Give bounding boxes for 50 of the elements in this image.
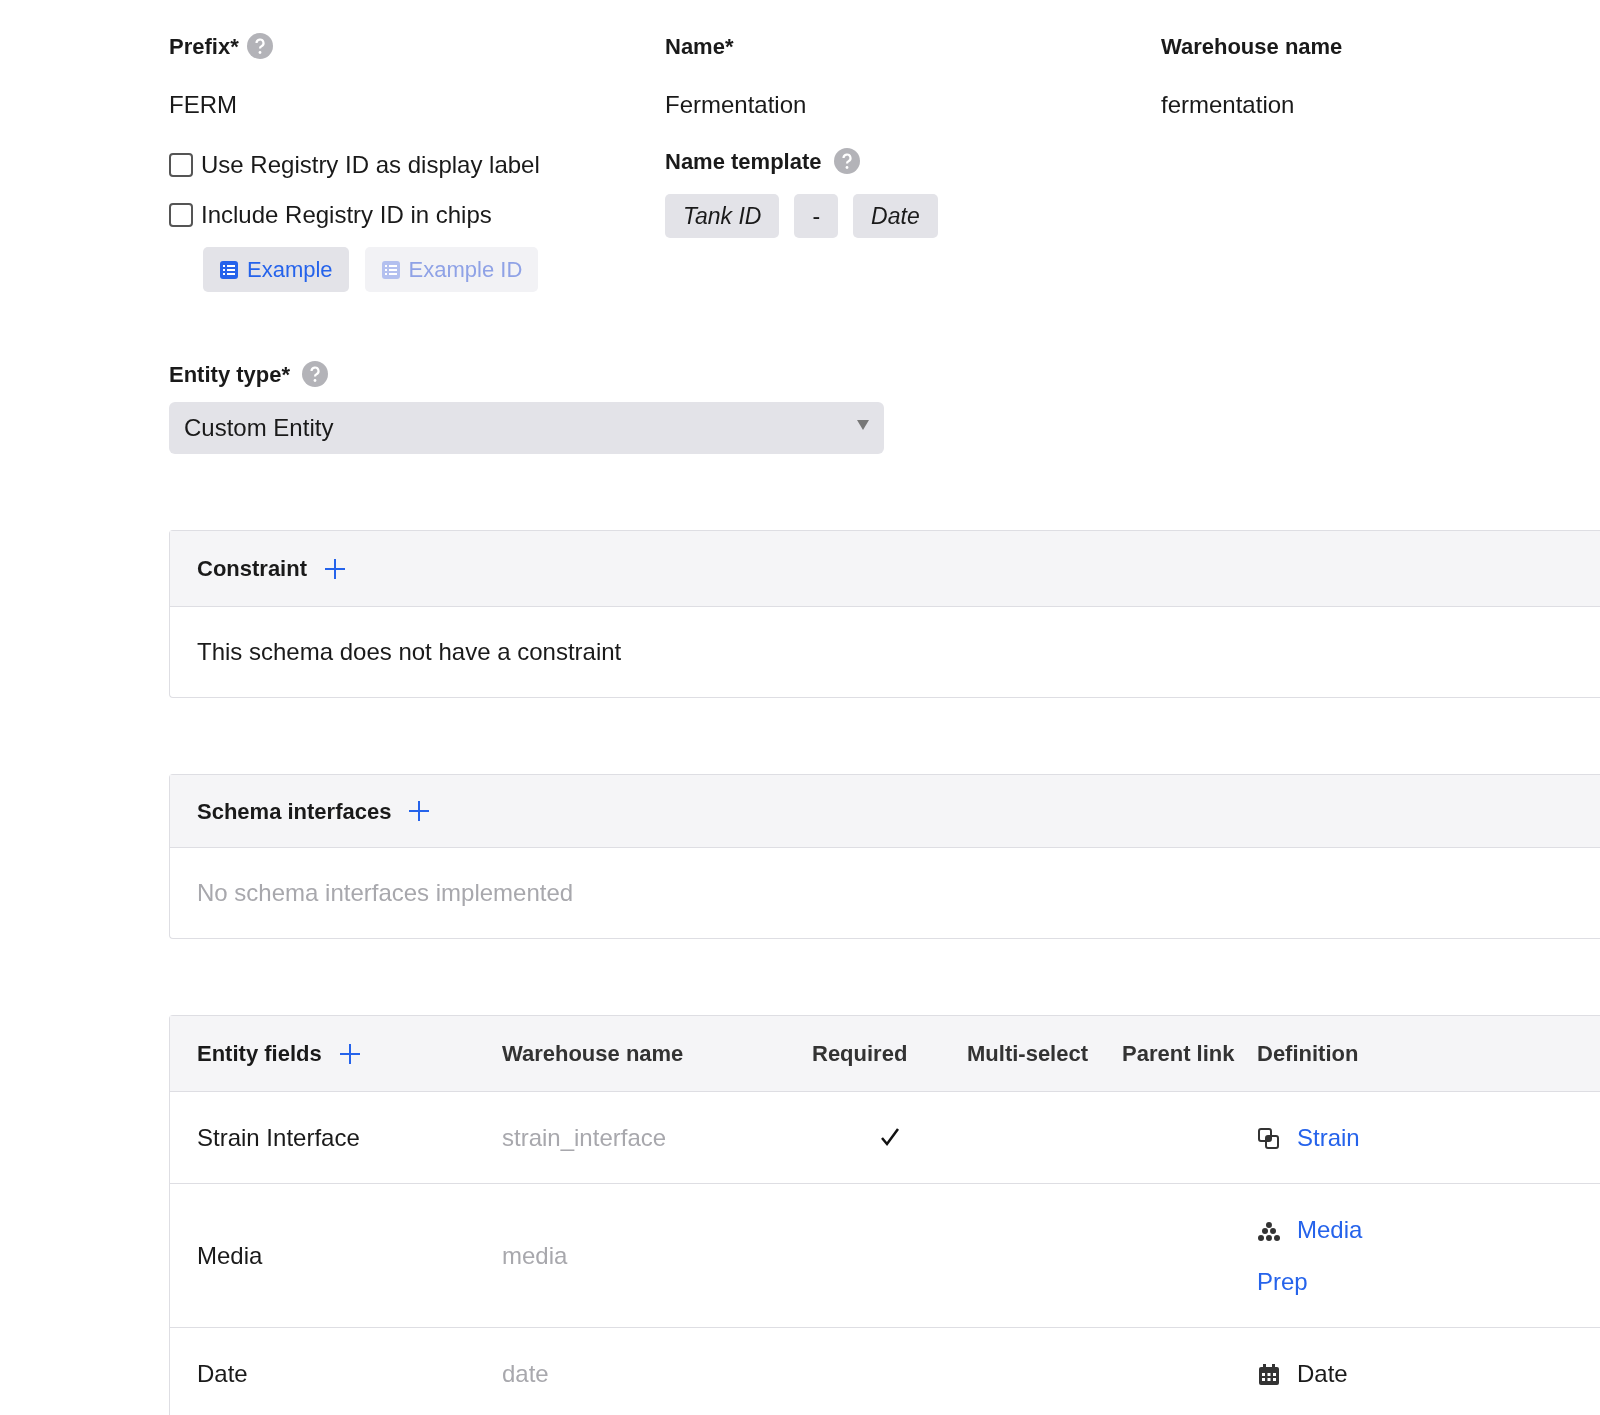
field-label: Prefix* [169, 32, 239, 61]
add-button[interactable] [407, 799, 432, 823]
panel-title: Constraint [197, 555, 307, 583]
list-icon [380, 259, 401, 280]
definition-link[interactable]: Strain [1257, 1111, 1407, 1164]
entity-type-select[interactable]: Custom Entity [169, 402, 884, 454]
definition-text: Date [1297, 1359, 1348, 1387]
panel-title: Entity fields [197, 1040, 322, 1068]
checkbox[interactable] [169, 153, 193, 177]
field-label: Name* [665, 32, 734, 61]
dots-icon [1257, 1219, 1281, 1244]
template-token[interactable]: Date [853, 194, 938, 238]
overlapping-squares-icon [1257, 1127, 1281, 1152]
calendar-icon [1257, 1363, 1281, 1388]
field-label: Warehouse name [1161, 32, 1343, 61]
field-label: Name template [665, 147, 822, 176]
field-value: FERM [169, 90, 238, 119]
table-cell-text: media [502, 1240, 569, 1271]
plus-icon [337, 1041, 362, 1066]
column-header: Parent link [1122, 1040, 1236, 1068]
add-button[interactable] [337, 1041, 362, 1066]
panel-message: No schema interfaces implemented [197, 878, 574, 908]
table-cell-text: Media [197, 1240, 264, 1271]
column-header: Multi-select [967, 1040, 1090, 1068]
plus-icon [407, 799, 432, 823]
plus-icon [323, 556, 347, 581]
template-token[interactable]: Tank ID [665, 194, 780, 238]
field-label: Entity type* [169, 360, 291, 389]
panel-title: Schema interfaces [197, 797, 392, 826]
checkbox[interactable] [169, 203, 193, 227]
table-cell-text: strain_interface [502, 1122, 668, 1153]
panel-message: This schema does not have a constraint [197, 637, 622, 667]
list-icon [219, 259, 239, 280]
column-header: Warehouse name [502, 1040, 685, 1068]
template-token[interactable]: - [794, 194, 839, 238]
column-header: Required [812, 1040, 909, 1068]
help-icon [833, 148, 860, 174]
table-cell-text: date [502, 1358, 550, 1389]
column-header: Definition [1257, 1040, 1360, 1068]
checkbox-label: Include Registry ID in chips [201, 200, 492, 230]
field-value: fermentation [1161, 90, 1296, 119]
table-cell-text: Strain Interface [197, 1122, 361, 1153]
example-chip[interactable]: Example [203, 247, 349, 292]
caret-icon [857, 420, 869, 430]
field-value: Fermentation [665, 90, 808, 119]
help-icon [302, 361, 329, 387]
definition-link[interactable]: Media Prep [1257, 1203, 1407, 1308]
checkbox-label: Use Registry ID as display label [201, 150, 540, 180]
table-cell-text: Date [197, 1358, 249, 1389]
add-button[interactable] [323, 556, 347, 581]
